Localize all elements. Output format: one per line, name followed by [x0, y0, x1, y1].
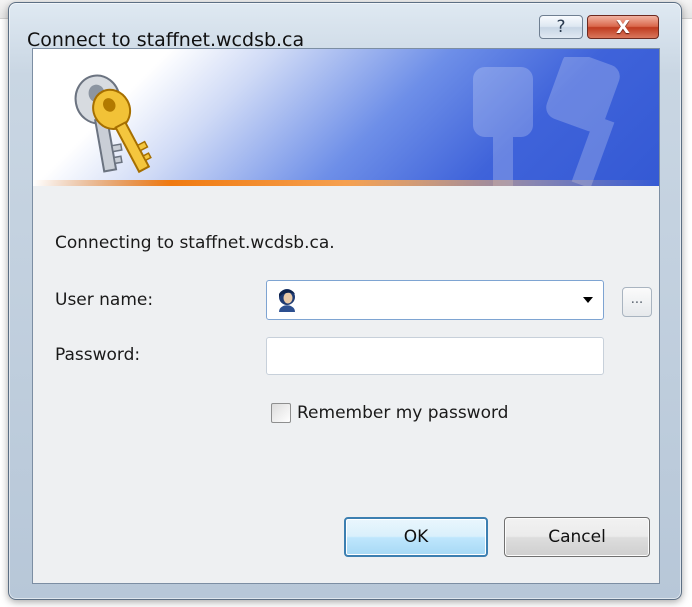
ok-button[interactable]: OK — [344, 517, 488, 557]
close-icon: X — [616, 16, 630, 38]
help-button[interactable]: ? — [539, 15, 583, 39]
keys-icon — [74, 74, 152, 174]
credential-dialog: Connect to staffnet.wcdsb.ca ? X Connect… — [8, 2, 682, 600]
remember-password-label[interactable]: Remember my password — [297, 403, 508, 423]
password-field[interactable] — [266, 337, 604, 375]
help-icon: ? — [556, 17, 566, 37]
password-label: Password: — [55, 345, 141, 365]
banner — [33, 49, 659, 186]
keys-watermark-icon — [473, 57, 620, 186]
remember-password-checkbox[interactable] — [271, 403, 291, 423]
user-icon — [279, 289, 295, 312]
close-button[interactable]: X — [587, 15, 659, 39]
browse-users-button[interactable]: ... — [622, 287, 652, 317]
banner-accent-line — [33, 180, 659, 186]
cancel-button[interactable]: Cancel — [504, 517, 650, 557]
ok-button-label: OK — [403, 527, 429, 547]
dialog-body: Connecting to staffnet.wcdsb.ca. User na… — [32, 48, 660, 584]
username-combobox[interactable] — [266, 280, 604, 320]
username-label: User name: — [55, 290, 154, 310]
connecting-message: Connecting to staffnet.wcdsb.ca. — [55, 233, 335, 253]
ellipsis-icon: ... — [630, 292, 644, 307]
chevron-down-icon[interactable] — [583, 297, 593, 303]
cancel-button-label: Cancel — [548, 527, 606, 547]
